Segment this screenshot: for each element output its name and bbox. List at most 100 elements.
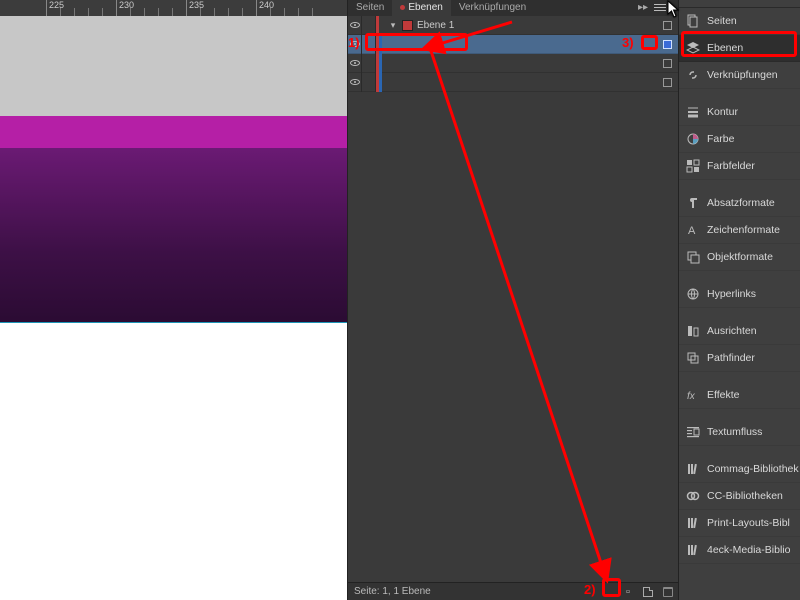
panel-tab-bar: Seiten Ebenen Verknüpfungen ▸▸ [348,0,678,16]
panel-button-farbe[interactable]: Farbe [679,126,800,153]
panel-button-label: Zeichenformate [707,224,780,236]
artwork-magenta-band [0,116,347,148]
lib-icon [685,516,701,530]
lock-toggle[interactable] [362,73,376,92]
layer-target-square[interactable] [663,59,672,68]
page-area-top [0,16,347,116]
panel-collapse-button[interactable]: ▸▸ [638,2,648,13]
footer-icon-1[interactable]: ▫ [620,584,636,600]
page-area-bottom [0,323,347,600]
layer-target-square[interactable] [663,40,672,49]
panel-button-label: Verknüpfungen [707,69,778,81]
panel-button-objektformate[interactable]: Objektformate [679,244,800,271]
panel-button-label: Kontur [707,106,738,118]
eye-icon [350,79,360,85]
ruler-tick: 240 [256,0,274,16]
panel-button-label: CC-Bibliotheken [707,490,783,502]
panel-button-farbfelder[interactable]: Farbfelder [679,153,800,180]
layer-indent [376,73,388,92]
lib-icon [685,462,701,476]
layer-sublayer-row[interactable] [348,35,678,54]
wrap-icon [685,425,701,439]
panel-button-label: Seiten [707,15,737,27]
ruler-tick: 225 [46,0,64,16]
visibility-toggle[interactable] [348,35,362,54]
lock-toggle[interactable] [362,16,376,35]
lock-toggle[interactable] [362,35,376,54]
panel-button-effekte[interactable]: fxEffekte [679,382,800,409]
layer-sublayer-row[interactable] [348,73,678,92]
panel-button-label: 4eck-Media-Biblio [707,544,790,556]
visibility-toggle[interactable] [348,16,362,35]
delete-layer-button[interactable] [660,584,676,600]
panel-button-kontur[interactable]: Kontur [679,99,800,126]
panel-button-label: Absatzformate [707,197,775,209]
panel-button-label: Textumfluss [707,426,762,438]
align-icon [685,324,701,338]
stroke-icon [685,105,701,119]
ruler-tick: 235 [186,0,204,16]
panel-button-commag[interactable]: Commag-Bibliothek [679,456,800,483]
eye-icon [350,41,360,47]
swatches-icon [685,159,701,173]
pathfinder-icon [685,351,701,365]
document-canvas[interactable]: 225 230 235 240 [0,0,347,600]
panel-button-pathfinder[interactable]: Pathfinder [679,345,800,372]
layer-indent [376,54,388,73]
right-panel-dock: Seiten Ebenen Verknüpfungen Kontur FarbeFarb… [678,0,800,600]
panel-button-label: Ebenen [707,42,743,54]
tab-ebenen[interactable]: Ebenen [392,0,450,16]
layer-color-swatch [402,20,413,31]
ruler-tick: 230 [116,0,134,16]
layers-panel: Seiten Ebenen Verknüpfungen ▸▸ ▾Ebene 1 … [347,0,678,600]
visibility-toggle[interactable] [348,54,362,73]
panel-button-4eck[interactable]: 4eck-Media-Biblio [679,537,800,564]
panel-button-label: Ausrichten [707,325,757,337]
lock-toggle[interactable] [362,54,376,73]
lib-icon [685,543,701,557]
panel-button-label: Objektformate [707,251,773,263]
obj-icon [685,250,701,264]
panel-button-label: Hyperlinks [707,288,756,300]
tab-seiten[interactable]: Seiten [348,0,392,16]
panel-button-label: Pathfinder [707,352,755,364]
tab-ebenen-label: Ebenen [408,2,442,13]
cursor-icon [667,0,681,18]
layer-target-square[interactable] [663,78,672,87]
panel-button-ausrichten[interactable]: Ausrichten [679,318,800,345]
layer-indent [376,16,388,35]
new-layer-button[interactable] [640,584,656,600]
layer-row-top[interactable]: ▾ Ebene 1 [348,16,678,35]
panel-button-print[interactable]: Print-Layouts-Bibl [679,510,800,537]
hyper-icon [685,287,701,301]
panel-button-seiten[interactable]: Seiten [679,8,800,35]
footer-status-text: Seite: 1, 1 Ebene [354,586,431,597]
layer-name-label[interactable]: Ebene 1 [417,20,454,31]
layer-rows-container: ▾ Ebene 1 [348,16,678,92]
panel-menu-icon[interactable] [654,2,666,12]
char-icon: A [685,223,701,237]
visibility-toggle[interactable] [348,73,362,92]
panel-button-hyperlinks[interactable]: Hyperlinks [679,281,800,308]
disclosure-triangle[interactable]: ▾ [388,20,398,31]
panel-button-absatzformate[interactable]: Absatzformate [679,190,800,217]
pages-icon [685,14,701,28]
layers-icon [685,41,701,55]
panel-button-cc[interactable]: CC-Bibliotheken [679,483,800,510]
panel-button-textumfluss[interactable]: Textumfluss [679,419,800,446]
layer-color-dot [400,5,405,10]
svg-text:A: A [688,225,696,237]
links-icon [685,68,701,82]
panel-button-label: Effekte [707,389,740,401]
layer-target-square[interactable] [663,21,672,30]
panel-button-verknuepfungen[interactable]: Verknüpfungen [679,62,800,89]
dock-handle[interactable] [679,0,800,8]
panel-button-label: Print-Layouts-Bibl [707,517,790,529]
layer-sublayer-row[interactable] [348,54,678,73]
panel-button-zeichenformate[interactable]: A Zeichenformate [679,217,800,244]
panel-button-ebenen[interactable]: Ebenen [679,35,800,62]
horizontal-ruler: 225 230 235 240 [0,0,347,16]
tab-verknuepfungen[interactable]: Verknüpfungen [451,0,534,16]
eye-icon [350,22,360,28]
panel-button-label: Commag-Bibliothek [707,463,799,475]
